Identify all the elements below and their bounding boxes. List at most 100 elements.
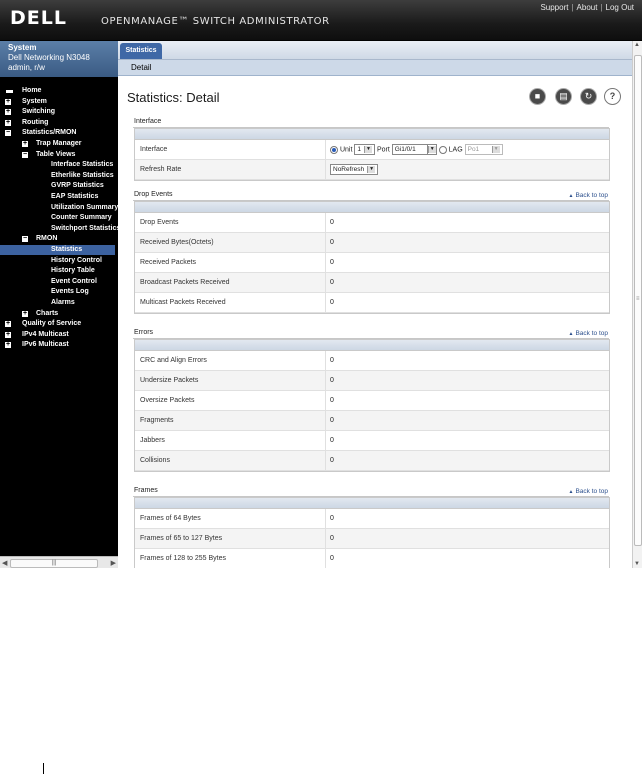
row-label: Received Packets — [140, 259, 197, 266]
table-row: Received Packets 0 — [135, 253, 609, 273]
unit-select[interactable]: 1 ▼ — [354, 144, 375, 155]
table-row: CRC and Align Errors 0 — [135, 351, 609, 371]
table-row: Multicast Packets Received 0 — [135, 293, 609, 313]
sidebar-item-label: EAP Statistics — [51, 193, 99, 200]
back-to-top-label: Back to top — [575, 192, 608, 199]
table-row-refresh: Refresh Rate NoRefresh ▼ — [135, 160, 609, 180]
row-label: Received Bytes(Octets) — [140, 239, 214, 246]
back-to-top-link[interactable]: ▲ Back to top — [569, 488, 608, 495]
expand-icon[interactable]: + — [22, 310, 28, 317]
lag-select[interactable]: Po1 ▼ — [464, 144, 503, 155]
expand-icon[interactable]: + — [5, 108, 11, 116]
home-icon — [6, 90, 13, 93]
row-label: Oversize Packets — [140, 397, 195, 404]
sidebar-item-label: Charts — [36, 309, 59, 317]
column-divider — [325, 529, 326, 548]
sidebar-item-label: GVRP Statistics — [51, 182, 104, 190]
column-divider — [325, 233, 326, 252]
expand-icon[interactable]: + — [5, 98, 11, 105]
refresh-controls: NoRefresh ▼ — [330, 164, 379, 175]
collapse-icon[interactable]: − — [22, 235, 28, 243]
navigation-sidebar: System Dell Networking N3048 admin, r/w … — [0, 41, 118, 556]
sidebar-item-label: IPv6 Multicast — [22, 341, 69, 349]
subtab-detail[interactable]: Detail — [131, 63, 151, 72]
column-divider — [325, 140, 326, 159]
row-value: 0 — [330, 299, 334, 306]
arrow-up-icon: ▲ — [568, 193, 574, 199]
help-icon[interactable]: ? — [604, 88, 621, 105]
column-divider — [325, 431, 326, 450]
expand-icon[interactable]: + — [5, 331, 11, 338]
column-divider — [325, 411, 326, 430]
collapse-icon[interactable]: − — [22, 151, 28, 158]
scroll-down-icon[interactable]: ▼ — [634, 561, 640, 567]
chevron-down-icon: ▼ — [363, 146, 372, 153]
sidebar-item-label: Event Control — [51, 277, 97, 285]
sidebar-horizontal-scrollbar[interactable]: ◀ ||| ▶ — [0, 556, 118, 568]
sidebar-item-label: Table Views — [36, 150, 76, 158]
logout-link[interactable]: Log Out — [606, 3, 634, 12]
system-user: admin, r/w — [8, 63, 45, 72]
save-icon[interactable]: ■ — [529, 88, 546, 105]
collapse-icon[interactable]: − — [5, 129, 11, 137]
column-divider — [325, 509, 326, 528]
scrollbar-thumb[interactable]: ||| — [10, 559, 98, 568]
sidebar-item-label: Quality of Service — [22, 320, 82, 328]
scroll-right-icon[interactable]: ▶ — [111, 559, 116, 567]
chevron-down-icon: ▼ — [367, 166, 376, 173]
statistics-table: CRC and Align Errors 0 Undersize Packets 0 O… — [134, 339, 610, 472]
support-link[interactable]: Support — [540, 3, 568, 12]
lag-radio[interactable] — [438, 145, 447, 154]
chevron-down-icon: ▼ — [491, 146, 500, 153]
system-info-panel[interactable]: System Dell Networking N3048 admin, r/w — [0, 41, 118, 77]
refresh-icon[interactable]: ↻ — [580, 88, 597, 105]
row-value: 0 — [330, 357, 334, 364]
sidebar-item-statistics[interactable]: Statistics — [0, 245, 115, 255]
port-select[interactable]: Gi1/0/1 — [391, 144, 428, 155]
vertical-scrollbar[interactable]: ▲ ≡ ▼ — [632, 41, 642, 568]
back-to-top-link[interactable]: ▲ Back to top — [569, 330, 608, 337]
scrollbar-thumb[interactable]: ≡ — [634, 55, 642, 546]
refresh-rate-select[interactable]: NoRefresh ▼ — [330, 164, 379, 175]
expand-icon[interactable]: + — [5, 320, 11, 328]
page-margin-marker — [43, 763, 44, 774]
back-to-top-link[interactable]: ▲ Back to top — [569, 192, 608, 199]
table-row: Oversize Packets 0 — [135, 391, 609, 411]
link-separator: | — [571, 3, 574, 12]
main-content: Statistics Detail Statistics: Detail ■ ▤… — [118, 41, 632, 568]
row-value: 0 — [330, 535, 334, 542]
row-label: Multicast Packets Received — [140, 299, 226, 306]
row-value: 0 — [330, 239, 334, 246]
subtab-bar: Detail — [118, 60, 632, 76]
lag-value: Po1 — [467, 146, 480, 153]
expand-icon[interactable]: + — [5, 119, 11, 126]
interface-controls: Unit 1 ▼ Port Gi1/0/1 ▼ LAG Po1 ▼ — [330, 144, 503, 155]
row-value: 0 — [330, 219, 334, 226]
row-label: Frames of 64 Bytes — [140, 515, 201, 522]
port-value: Gi1/0/1 — [394, 146, 416, 153]
about-link[interactable]: About — [577, 3, 598, 12]
table-row: Jabbers 0 — [135, 431, 609, 451]
port-dropdown-button[interactable]: ▼ — [427, 144, 437, 155]
table-header — [135, 202, 609, 213]
sidebar-item-label: History Table — [51, 267, 95, 275]
refresh-rate-value: NoRefresh — [333, 166, 365, 173]
row-label: Frames of 65 to 127 Bytes — [140, 535, 223, 542]
expand-icon[interactable]: + — [22, 140, 28, 147]
unit-radio[interactable] — [330, 145, 338, 154]
row-label: Frames of 128 to 255 Bytes — [140, 555, 226, 562]
expand-icon[interactable]: + — [5, 341, 11, 349]
tab-bar: Statistics — [118, 41, 632, 60]
scroll-up-icon[interactable]: ▲ — [634, 42, 640, 48]
table-row: Broadcast Packets Received 0 — [135, 273, 609, 293]
scroll-left-icon[interactable]: ◀ — [2, 559, 7, 567]
row-value: 0 — [330, 417, 334, 424]
tab-statistics[interactable]: Statistics — [120, 43, 162, 59]
table-row: Drop Events 0 — [135, 213, 609, 233]
sidebar-item-label: Switchport Statistics — [51, 224, 118, 232]
product-title: OPENMANAGE™ SWITCH ADMINISTRATOR — [101, 16, 330, 27]
column-divider — [325, 213, 326, 232]
arrow-up-icon: ▲ — [568, 331, 574, 337]
row-label: Collisions — [140, 457, 170, 464]
print-icon[interactable]: ▤ — [555, 88, 572, 105]
